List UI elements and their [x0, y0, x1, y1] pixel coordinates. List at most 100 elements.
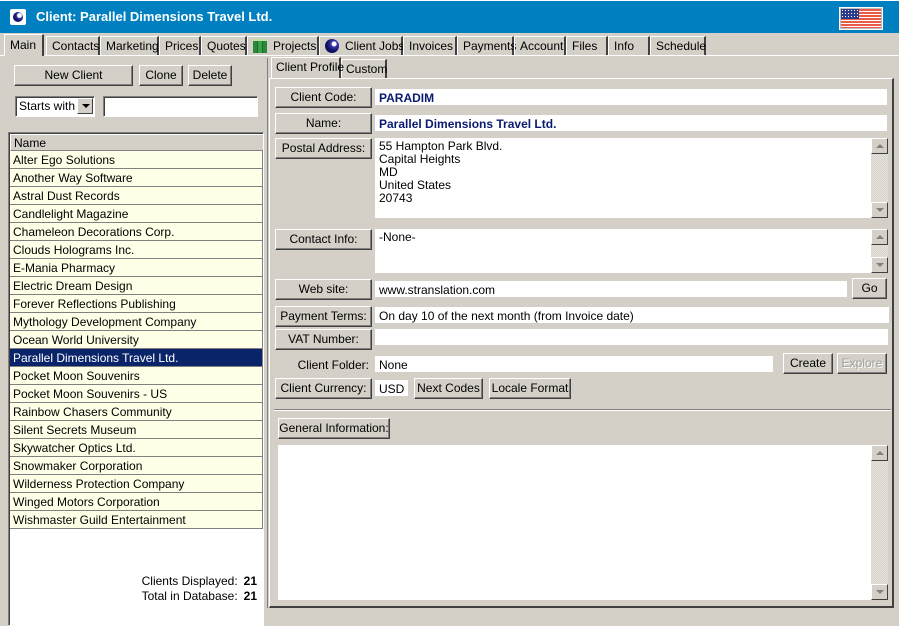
button-label: Locale Format	[491, 381, 569, 395]
client-list-item[interactable]: Pocket Moon Souvenirs	[10, 367, 263, 385]
tab-client-profile[interactable]: Client Profile	[271, 57, 345, 78]
client-list-item[interactable]: Rainbow Chasers Community	[10, 403, 263, 421]
client-list-item[interactable]: Forever Reflections Publishing	[10, 295, 263, 313]
payment-terms-field[interactable]: On day 10 of the next month (from Invoic…	[375, 307, 889, 323]
client-list-item[interactable]: Astral Dust Records	[10, 187, 263, 205]
create-folder-button[interactable]: Create	[783, 353, 833, 374]
contact-scrollbar[interactable]	[871, 229, 888, 273]
client-list-item[interactable]: Wilderness Protection Company	[10, 475, 263, 493]
contact-info-button[interactable]: Contact Info:	[275, 229, 372, 250]
tab-main[interactable]: Main	[4, 34, 44, 56]
client-currency-field[interactable]: USD	[375, 380, 408, 396]
tab-client-jobs[interactable]: Client Jobs	[319, 36, 404, 56]
tab-prices[interactable]: Prices	[159, 36, 201, 56]
vat-number-field[interactable]	[375, 329, 888, 345]
scroll-up-icon[interactable]	[871, 445, 888, 461]
delete-button[interactable]: Delete	[188, 65, 232, 86]
scroll-up-icon[interactable]	[871, 229, 888, 245]
vat-number-button[interactable]: VAT Number:	[275, 329, 372, 350]
client-list-item[interactable]: Ocean World University	[10, 331, 263, 349]
globe-icon	[325, 39, 339, 53]
address-line: MD	[379, 165, 398, 179]
scroll-up-icon[interactable]	[871, 138, 888, 154]
client-list-item[interactable]: Chameleon Decorations Corp.	[10, 223, 263, 241]
new-client-button[interactable]: New Client	[14, 65, 133, 86]
chevron-down-icon[interactable]	[77, 98, 93, 114]
main-tabs: Main Contacts Marketing Prices Quotes Pr…	[0, 34, 899, 56]
client-list-item[interactable]: Clouds Holograms Inc.	[10, 241, 263, 259]
client-list-item[interactable]: Another Way Software	[10, 169, 263, 187]
tab-quotes[interactable]: Quotes	[201, 36, 247, 56]
tab-files[interactable]: Files	[566, 36, 608, 56]
web-site-field[interactable]: www.stranslation.com	[375, 281, 847, 297]
header-label: Name	[14, 136, 47, 150]
us-flag-icon[interactable]	[839, 7, 883, 30]
tab-schedule[interactable]: Schedule	[650, 36, 706, 56]
client-list-item[interactable]: Electric Dream Design	[10, 277, 263, 295]
explore-folder-button[interactable]: Explore	[837, 353, 887, 374]
web-site-button[interactable]: Web site:	[275, 279, 372, 300]
client-list-item[interactable]: Winged Motors Corporation	[10, 493, 263, 511]
select-value: Starts with	[19, 99, 76, 113]
client-folder-label: Client Folder:	[297, 358, 369, 372]
client-list-panel: New Client Clone Delete Starts with Name…	[6, 58, 268, 626]
go-button[interactable]: Go	[852, 278, 887, 299]
field-value: On day 10 of the next month (from Invoic…	[379, 309, 634, 323]
client-profile-panel: Client Code: PARADIM Name: Parallel Dime…	[269, 78, 894, 608]
client-code-field[interactable]: PARADIM	[375, 89, 887, 105]
name-field[interactable]: Parallel Dimensions Travel Ltd.	[375, 115, 887, 131]
client-list-item[interactable]: Silent Secrets Museum	[10, 421, 263, 439]
client-folder-field[interactable]: None	[375, 356, 773, 372]
clone-button[interactable]: Clone	[139, 65, 183, 86]
tab-label: Main	[10, 38, 37, 52]
tab-contacts[interactable]: Contacts	[46, 36, 100, 56]
contact-info-field[interactable]: -None-	[375, 229, 871, 273]
payment-terms-button[interactable]: Payment Terms:	[275, 306, 372, 327]
column-header-name[interactable]: Name	[10, 134, 263, 151]
tab-payments[interactable]: Payments	[457, 36, 516, 56]
client-list-item[interactable]: Pocket Moon Souvenirs - US	[10, 385, 263, 403]
client-currency-button[interactable]: Client Currency:	[275, 378, 372, 399]
scroll-down-icon[interactable]	[871, 584, 888, 600]
button-label: New Client	[44, 68, 103, 82]
client-list-item[interactable]: Alter Ego Solutions	[10, 151, 263, 169]
tab-label: Prices	[165, 39, 199, 53]
tab-projects[interactable]: Projects	[247, 36, 319, 56]
general-information-field[interactable]	[278, 445, 871, 600]
postal-scrollbar[interactable]	[871, 138, 888, 218]
client-list[interactable]: Name Alter Ego Solutions Another Way Soft…	[8, 132, 264, 626]
button-label: Contact Info:	[289, 232, 358, 246]
tab-invoices[interactable]: Invoices	[403, 36, 457, 56]
client-list-item[interactable]: E-Mania Pharmacy	[10, 259, 263, 277]
tab-marketing[interactable]: Marketing	[100, 36, 159, 56]
tab-label: Account	[520, 39, 564, 53]
general-information-button[interactable]: General Information:	[278, 418, 390, 439]
next-codes-button[interactable]: Next Codes	[414, 378, 483, 399]
name-button[interactable]: Name:	[275, 113, 372, 134]
postal-address-field[interactable]: 55 Hampton Park Blvd. Capital Heights MD…	[375, 138, 871, 218]
client-list-item[interactable]: Wishmaster Guild Entertainment	[10, 511, 263, 529]
scroll-down-icon[interactable]	[871, 257, 888, 273]
tab-custom[interactable]: Custom	[341, 59, 387, 78]
tab-label: Client Profile	[276, 60, 345, 74]
stat-label: Clients Displayed:	[141, 574, 238, 588]
client-list-item[interactable]: Snowmaker Corporation	[10, 457, 263, 475]
button-label: Name:	[305, 116, 342, 130]
field-value: USD	[379, 382, 405, 396]
postal-address-button[interactable]: Postal Address:	[275, 138, 372, 159]
locale-format-button[interactable]: Locale Format	[489, 378, 571, 399]
tab-info[interactable]: Info	[608, 36, 650, 56]
client-list-item[interactable]: Parallel Dimensions Travel Ltd.	[10, 349, 263, 367]
tab-account[interactable]: Account	[514, 36, 566, 56]
client-list-item[interactable]: Candlelight Magazine	[10, 205, 263, 223]
filter-mode-select[interactable]: Starts with	[15, 96, 95, 117]
title-bar: Client: Parallel Dimensions Travel Ltd.	[0, 0, 899, 33]
field-value: Parallel Dimensions Travel Ltd.	[379, 117, 557, 131]
scroll-down-icon[interactable]	[871, 202, 888, 218]
filter-input[interactable]	[103, 96, 258, 117]
field-value: -None-	[379, 230, 416, 244]
client-code-button[interactable]: Client Code:	[275, 87, 372, 108]
client-list-item[interactable]: Skywatcher Optics Ltd.	[10, 439, 263, 457]
client-list-item[interactable]: Mythology Development Company	[10, 313, 263, 331]
general-info-scrollbar[interactable]	[871, 445, 888, 600]
